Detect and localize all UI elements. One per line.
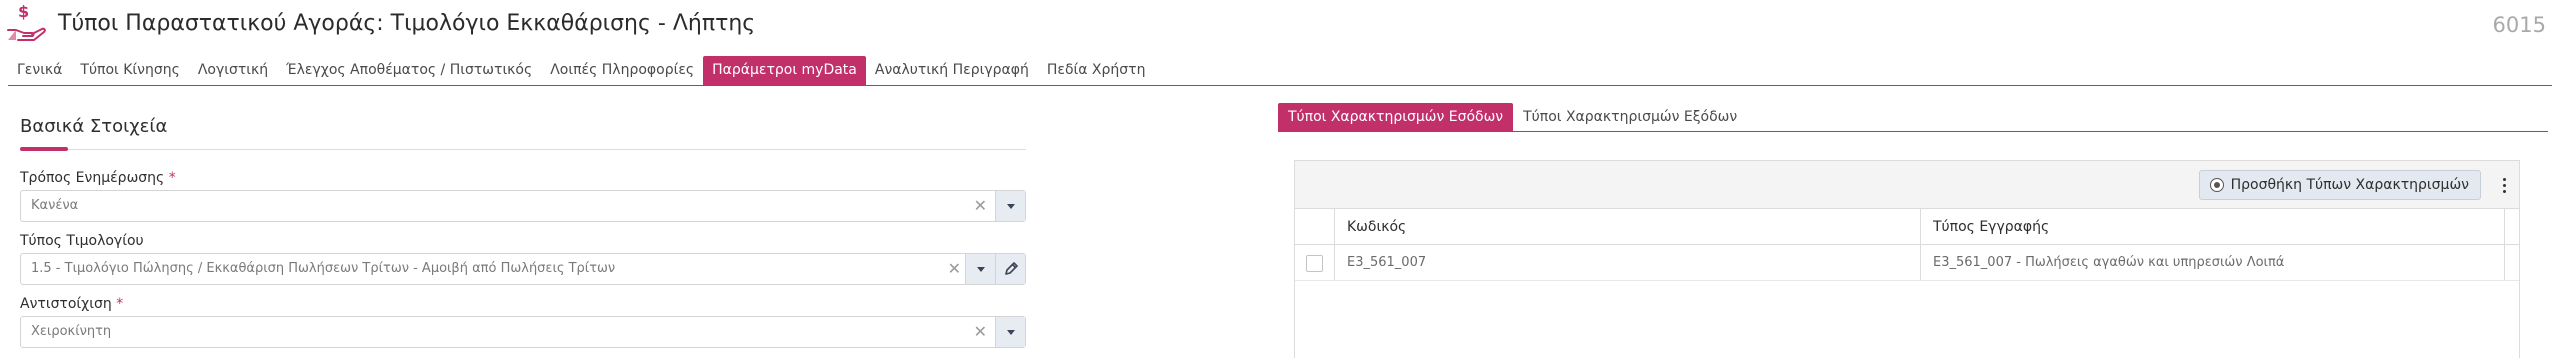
column-header-code[interactable]: Κωδικός [1335,209,1921,244]
update-mode-label-text: Τρόπος Ενημέρωσης [20,170,165,186]
clear-icon[interactable]: ✕ [948,254,961,284]
pencil-icon-svg [1005,262,1018,275]
classification-tabs: Τύποι Χαρακτηρισμών Εσόδων Τύποι Χαρακτη… [1278,103,1747,131]
invoice-type-label: Τύπος Τιμολογίου [20,233,144,249]
required-marker: * [116,296,124,312]
tab-general[interactable]: Γενικά [8,56,71,85]
section-divider-accent [20,147,68,151]
pencil-icon[interactable] [995,254,1025,284]
invoice-type-value: 1.5 - Τιμολόγιο Πώλησης / Εκκαθάριση Πωλ… [31,261,616,276]
tabs-underline [8,85,2552,86]
update-mode-label: Τρόπος Ενημέρωσης * [20,170,176,186]
clear-icon[interactable]: ✕ [974,191,987,221]
header-select-cell [1295,209,1335,244]
mapping-label-text: Αντιστοίχιση [20,296,112,312]
page-header: $ Τύποι Παραστατικού Αγοράς: Τιμολόγιο Ε… [0,0,2552,52]
mapping-value: Χειροκίνητη [31,324,112,339]
row-type-cell: E3_561_007 - Πωλήσεις αγαθών και υπηρεσι… [1921,245,2505,280]
chevron-down-icon[interactable] [965,254,995,284]
add-classification-types-button[interactable]: Προσθήκη Τύπων Χαρακτηρισμών [2198,170,2481,200]
table-row[interactable]: E3_561_007 E3_561_007 - Πωλήσεις αγαθών … [1295,245,2519,281]
required-marker: * [168,170,176,186]
invoice-type-select[interactable]: 1.5 - Τιμολόγιο Πώλησης / Εκκαθάριση Πωλ… [20,253,1026,285]
row-checkbox[interactable] [1306,255,1323,272]
grid-header-row: Κωδικός Τύπος Εγγραφής [1295,209,2519,245]
grid-toolbar: Προσθήκη Τύπων Χαρακτηρισμών [1295,161,2519,209]
clear-icon[interactable]: ✕ [974,317,987,347]
tab-movement-types[interactable]: Τύποι Κίνησης [71,56,188,85]
row-code-cell: E3_561_007 [1335,245,1921,280]
section-title: Βασικά Στοιχεία [20,116,168,137]
more-options-icon[interactable] [2503,178,2507,194]
chevron-down-icon[interactable] [995,191,1025,221]
update-mode-value: Κανένα [31,198,79,213]
tab-mydata-parameters[interactable]: Παράμετροι myData [703,56,866,85]
row-select-cell [1295,245,1335,280]
tab-income-classifications[interactable]: Τύποι Χαρακτηρισμών Εσόδων [1278,103,1514,131]
mapping-label: Αντιστοίχιση * [20,296,123,312]
update-mode-select[interactable]: Κανένα ✕ [20,190,1026,222]
page-title: Τύποι Παραστατικού Αγοράς: Τιμολόγιο Εκκ… [58,11,756,36]
record-id: 6015 [2492,13,2546,37]
tab-stock-control[interactable]: Έλεγχος Αποθέματος / Πιστωτικός [277,56,541,85]
hand-dollar-icon: $ [7,2,46,41]
main-tabs: Γενικά Τύποι Κίνησης Λογιστική Έλεγχος Α… [8,56,1154,85]
chevron-down-icon[interactable] [995,317,1025,347]
tab-expense-classifications[interactable]: Τύποι Χαρακτηρισμών Εξόδων [1513,103,1747,131]
tab-user-fields[interactable]: Πεδία Χρήστη [1038,56,1155,85]
section-divider [20,149,1026,150]
tab-other-info[interactable]: Λοιπές Πληροφορίες [541,56,703,85]
classification-tabs-underline [1278,131,2548,132]
column-header-type[interactable]: Τύπος Εγγραφής [1921,209,2505,244]
add-circle-icon [2209,178,2224,192]
classifications-grid: Προσθήκη Τύπων Χαρακτηρισμών Κωδικός Τύπ… [1294,160,2520,358]
tab-detailed-description[interactable]: Αναλυτική Περιγραφή [866,56,1038,85]
tab-accounting[interactable]: Λογιστική [189,56,277,85]
mapping-select[interactable]: Χειροκίνητη ✕ [20,316,1026,348]
svg-text:$: $ [18,2,29,21]
add-classification-types-label: Προσθήκη Τύπων Χαρακτηρισμών [2230,177,2469,193]
